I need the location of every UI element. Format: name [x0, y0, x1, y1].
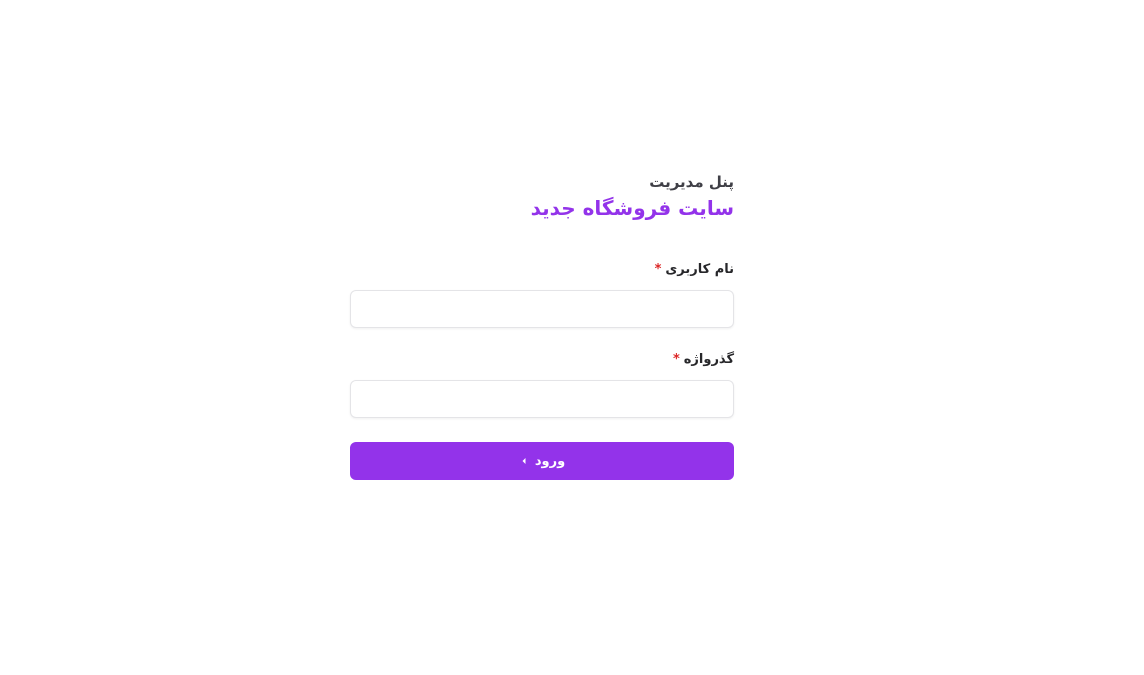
login-button-label: ورود	[534, 453, 566, 469]
chevron-left-icon	[519, 456, 529, 466]
login-page: پنل مدیریت سایت فروشگاه جدید نام کاربری*…	[0, 0, 1144, 675]
password-input[interactable]	[350, 380, 734, 418]
password-required-mark: *	[672, 352, 680, 367]
username-field-group: نام کاربری*	[350, 260, 734, 328]
login-card: پنل مدیریت سایت فروشگاه جدید نام کاربری*…	[350, 170, 734, 480]
username-label-text: نام کاربری	[665, 262, 734, 277]
panel-label: پنل مدیریت	[649, 173, 734, 191]
password-label: گذرواژه*	[350, 350, 734, 370]
username-label: نام کاربری*	[350, 260, 734, 280]
password-label-text: گذرواژه	[683, 352, 734, 367]
username-input[interactable]	[350, 290, 734, 328]
password-field-group: گذرواژه*	[350, 350, 734, 418]
site-title: سایت فروشگاه جدید	[530, 196, 734, 220]
username-required-mark: *	[654, 262, 662, 277]
login-button[interactable]: ورود	[350, 442, 734, 480]
